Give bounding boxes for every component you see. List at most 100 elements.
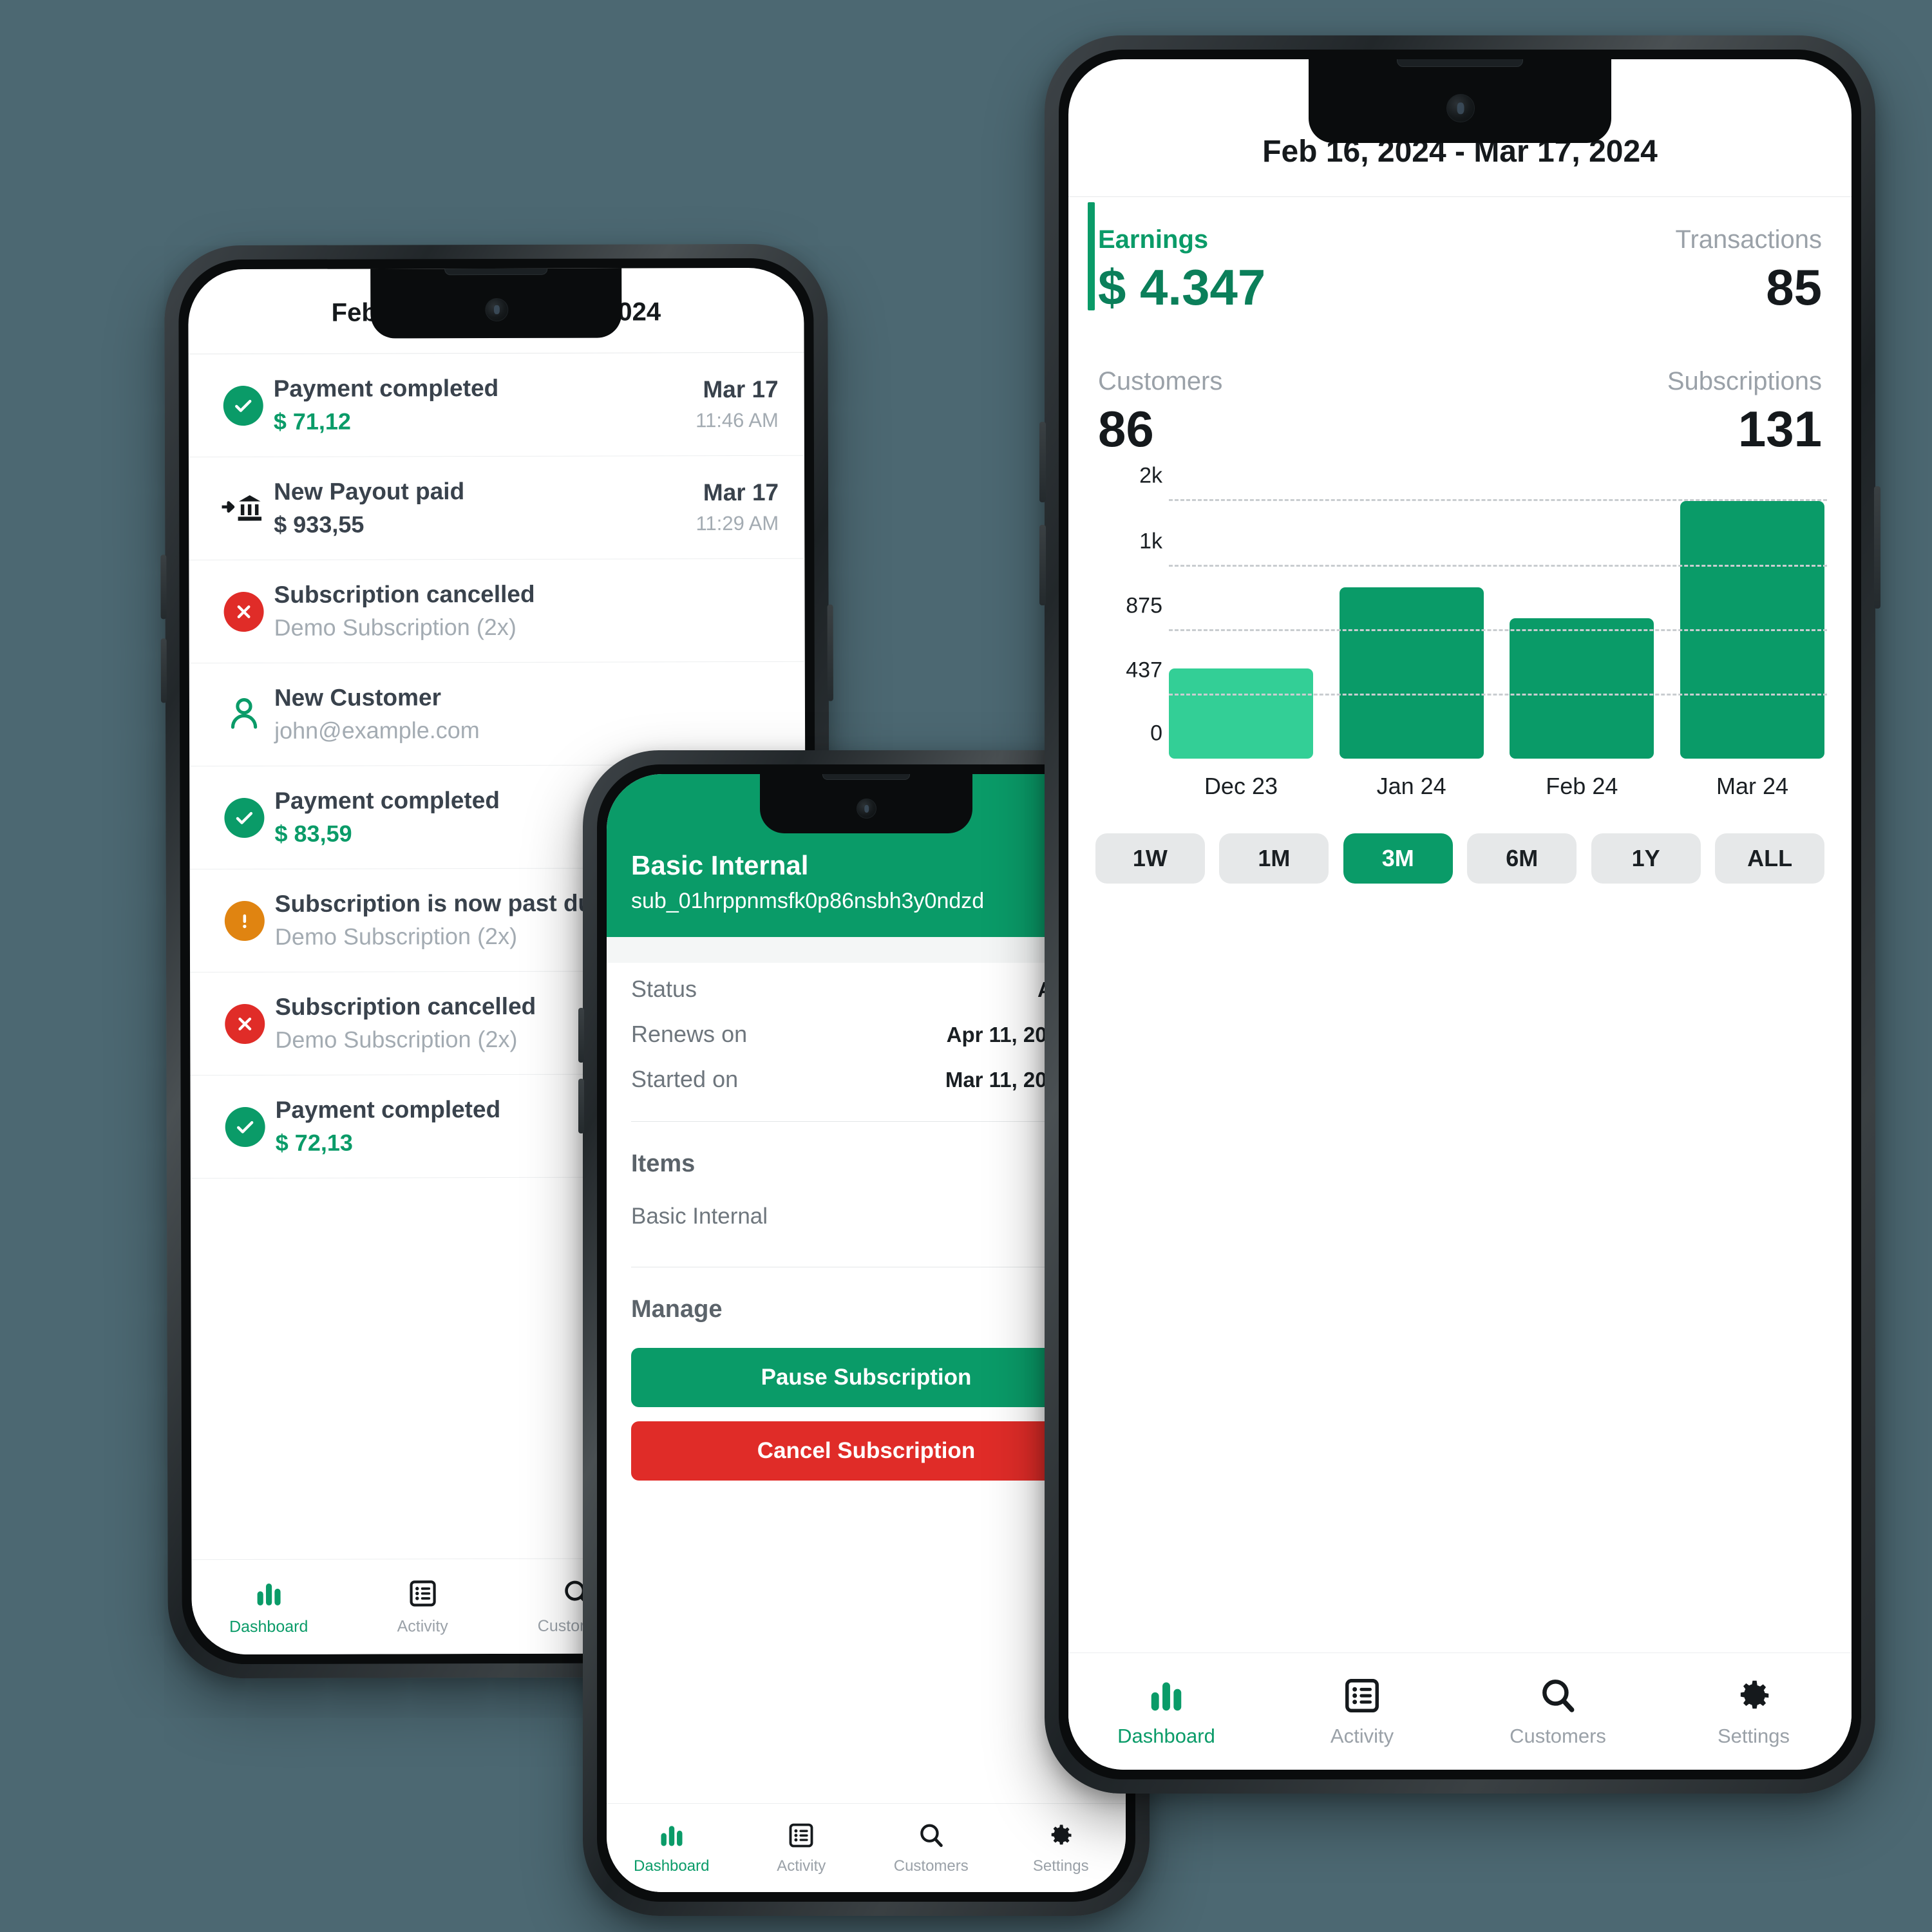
tab-label: Activity bbox=[777, 1857, 826, 1875]
bar-chart-icon bbox=[658, 1821, 686, 1853]
alert-circle-icon bbox=[224, 900, 265, 941]
stat-subscriptions: Subscriptions 131 bbox=[1460, 367, 1822, 459]
activity-row-icon bbox=[214, 900, 275, 941]
bar-chart-icon bbox=[1146, 1676, 1186, 1719]
chart-y-tick: 437 bbox=[1126, 658, 1162, 683]
tab-activity[interactable]: Activity bbox=[737, 1804, 867, 1892]
front-camera-icon bbox=[485, 298, 509, 322]
chart-y-tick: 2k bbox=[1139, 463, 1162, 488]
tab-settings[interactable]: Settings bbox=[1656, 1653, 1852, 1770]
stat-label: Transactions bbox=[1675, 225, 1823, 254]
bar-chart-icon bbox=[253, 1578, 284, 1612]
range-button-all[interactable]: ALL bbox=[1715, 833, 1824, 884]
tab-label: Dashboard bbox=[634, 1857, 710, 1875]
range-button-1y[interactable]: 1Y bbox=[1591, 833, 1701, 884]
list-icon bbox=[407, 1578, 438, 1612]
activity-row[interactable]: New Payout paid $ 933,55 Mar 17 11:29 AM bbox=[188, 455, 805, 561]
activity-row-text: Payment completed $ 71,12 bbox=[274, 374, 696, 435]
detail-key: Started on bbox=[631, 1066, 739, 1092]
tab-settings[interactable]: Settings bbox=[996, 1804, 1126, 1892]
gear-icon bbox=[1734, 1676, 1774, 1719]
volume-down-button[interactable] bbox=[160, 638, 167, 703]
chart-gridline bbox=[1169, 565, 1827, 567]
cancel-subscription-button[interactable]: Cancel Subscription bbox=[631, 1421, 1101, 1481]
earnings-bar-chart: 0 437 875 1k 2k Dec 23 Jan 24 Feb 24 Mar 24 bbox=[1093, 464, 1827, 799]
chart-gridline bbox=[1169, 629, 1827, 631]
stats-row-top: Earnings $ 4.347 Transactions 85 bbox=[1068, 225, 1852, 317]
stats-panel: Earnings $ 4.347 Transactions 85 Custome… bbox=[1068, 197, 1852, 459]
activity-row-date: Mar 17 bbox=[703, 478, 779, 506]
range-button-1m[interactable]: 1M bbox=[1219, 833, 1329, 884]
chart-gridline bbox=[1169, 694, 1827, 696]
activity-row-title: New Payout paid bbox=[274, 478, 465, 505]
volume-up-button[interactable] bbox=[160, 554, 167, 620]
bottom-tabbar[interactable]: Dashboard Activity Customers bbox=[1068, 1653, 1852, 1770]
earpiece-speaker bbox=[822, 774, 910, 780]
range-button-6m[interactable]: 6M bbox=[1467, 833, 1577, 884]
check-circle-icon bbox=[225, 1106, 265, 1147]
x-circle-icon bbox=[225, 1003, 265, 1044]
volume-down-button[interactable] bbox=[578, 1079, 584, 1133]
pause-subscription-button[interactable]: Pause Subscription bbox=[631, 1348, 1101, 1407]
tab-customers[interactable]: Customers bbox=[1460, 1653, 1656, 1770]
activity-row-time: 11:46 AM bbox=[696, 408, 779, 432]
activity-row-subtitle: $ 933,55 bbox=[274, 511, 365, 538]
stat-value: 85 bbox=[1766, 259, 1822, 316]
range-button-1w[interactable]: 1W bbox=[1095, 833, 1205, 884]
chart-x-axis: Dec 23 Jan 24 Feb 24 Mar 24 bbox=[1169, 759, 1824, 800]
chart-bar[interactable] bbox=[1510, 618, 1654, 759]
activity-row-icon bbox=[214, 797, 274, 838]
power-button[interactable] bbox=[1874, 486, 1880, 609]
range-button-3m[interactable]: 3M bbox=[1343, 833, 1453, 884]
chart-y-tick: 1k bbox=[1139, 529, 1162, 554]
chart-bar[interactable] bbox=[1169, 668, 1313, 759]
chart-x-tick: Jan 24 bbox=[1376, 773, 1446, 799]
tab-dashboard[interactable]: Dashboard bbox=[191, 1560, 345, 1655]
check-circle-icon bbox=[224, 797, 265, 838]
stat-transactions: Transactions 85 bbox=[1460, 225, 1823, 317]
phone-bezel: Feb 16, 2024 - Mar 17, 2024 Earnings $ 4… bbox=[1059, 50, 1861, 1779]
time-range-selector[interactable]: 1W 1M 3M 6M 1Y ALL bbox=[1095, 833, 1824, 884]
power-button[interactable] bbox=[827, 604, 833, 701]
activity-row[interactable]: Subscription cancelled Demo Subscription … bbox=[189, 558, 805, 664]
device-notch bbox=[1309, 59, 1611, 143]
chart-x-tick: Mar 24 bbox=[1716, 773, 1789, 799]
stats-row-bottom: Customers 86 Subscriptions 131 bbox=[1068, 367, 1852, 459]
chart-gridline bbox=[1169, 499, 1827, 501]
earnings-accent-bar bbox=[1088, 202, 1095, 310]
earpiece-speaker bbox=[444, 267, 548, 276]
tab-label: Customers bbox=[1510, 1724, 1606, 1747]
bottom-tabbar[interactable]: Dashboard Activity Customers bbox=[607, 1803, 1126, 1892]
tab-dashboard[interactable]: Dashboard bbox=[1068, 1653, 1264, 1770]
volume-up-button[interactable] bbox=[578, 1008, 584, 1063]
tab-activity[interactable]: Activity bbox=[1264, 1653, 1460, 1770]
activity-row-date: Mar 17 bbox=[703, 375, 779, 403]
tab-activity[interactable]: Activity bbox=[345, 1559, 499, 1654]
activity-row-time: 11:29 AM bbox=[696, 511, 779, 535]
volume-up-button[interactable] bbox=[1039, 422, 1046, 502]
activity-row-meta: Mar 17 11:29 AM bbox=[696, 479, 779, 535]
chart-gridline bbox=[1169, 757, 1827, 759]
activity-row-text: New Payout paid $ 933,55 bbox=[274, 477, 696, 538]
person-icon bbox=[224, 693, 264, 736]
phone-dashboard: Feb 16, 2024 - Mar 17, 2024 Earnings $ 4… bbox=[1039, 35, 1880, 1794]
tab-customers[interactable]: Customers bbox=[866, 1804, 996, 1892]
activity-row-icon bbox=[214, 1003, 275, 1044]
activity-row-icon bbox=[213, 385, 274, 426]
activity-row-title: Subscription cancelled bbox=[274, 580, 535, 608]
front-camera-icon bbox=[1446, 94, 1475, 122]
stat-value: 131 bbox=[1738, 401, 1822, 457]
tab-dashboard[interactable]: Dashboard bbox=[607, 1804, 737, 1892]
volume-down-button[interactable] bbox=[1039, 525, 1046, 605]
activity-row-icon bbox=[213, 591, 274, 632]
tab-label: Settings bbox=[1032, 1857, 1089, 1875]
activity-row-icon bbox=[214, 693, 274, 736]
device-notch bbox=[760, 774, 972, 833]
activity-row[interactable]: Payment completed $ 71,12 Mar 17 11:46 AM bbox=[188, 352, 804, 458]
activity-row-subtitle: $ 71,12 bbox=[273, 408, 351, 435]
chart-bar[interactable] bbox=[1339, 587, 1484, 759]
activity-row-icon bbox=[215, 1106, 276, 1147]
stat-customers: Customers 86 bbox=[1098, 367, 1460, 459]
tab-label: Customers bbox=[893, 1857, 969, 1875]
tab-label: Dashboard bbox=[229, 1617, 308, 1636]
